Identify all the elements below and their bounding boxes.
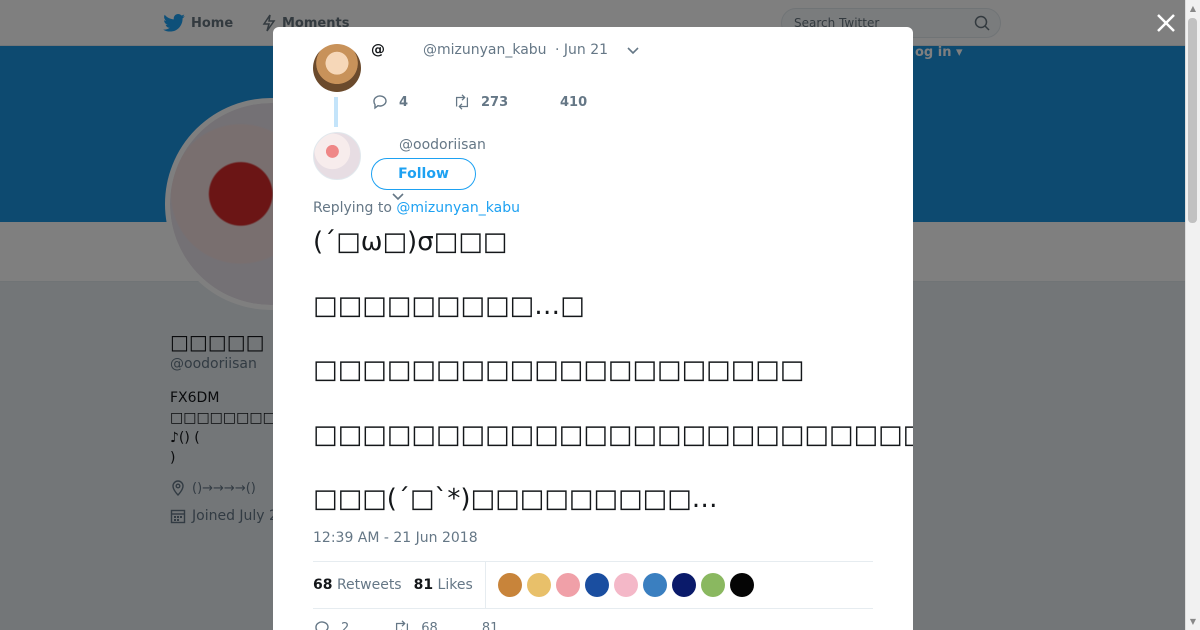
reply-button[interactable]: 2 bbox=[313, 619, 349, 630]
reply-button[interactable]: 4 bbox=[371, 93, 453, 111]
tweet-author-handle[interactable]: @oodoriisan bbox=[399, 137, 486, 153]
retweets-count: 68 bbox=[313, 577, 333, 593]
tweet-modal: @ @mizunyan_kabu · Jun 21 4 273 410 @ood… bbox=[273, 27, 913, 630]
liker-avatar[interactable] bbox=[613, 573, 638, 597]
thread-connector-line bbox=[334, 97, 338, 127]
retweet-count: 273 bbox=[481, 94, 509, 110]
scroll-up-arrow[interactable]: ▲ bbox=[1190, 4, 1196, 13]
reply-icon bbox=[315, 621, 329, 630]
reply-count: 2 bbox=[341, 620, 350, 630]
tweet-line: □□□□□□□□□□□□□□□□□□□□□□□□□💢 bbox=[313, 418, 913, 451]
like-button[interactable]: 410 bbox=[560, 95, 587, 110]
liker-avatar[interactable] bbox=[729, 573, 754, 597]
close-icon bbox=[1157, 14, 1175, 32]
tweet-author-avatar[interactable] bbox=[313, 132, 361, 180]
retweets-label: Retweets bbox=[336, 577, 402, 593]
retweet-icon bbox=[396, 620, 409, 630]
likes-label: Likes bbox=[437, 577, 473, 593]
context-tweet-name[interactable]: @ bbox=[371, 42, 385, 58]
tweet-line-text: □□□□□□□□□□□□□□□□□□□□□□□□□ bbox=[313, 420, 913, 450]
stats-divider bbox=[484, 562, 486, 608]
likes-stat[interactable]: 81 Likes bbox=[414, 577, 473, 593]
context-tweet-handle[interactable]: @mizunyan_kabu bbox=[423, 42, 547, 58]
liker-avatar[interactable] bbox=[642, 573, 667, 597]
tweet-line: □□□□□□□□□□□□□□□□□□□□ bbox=[313, 355, 805, 385]
replying-to-link[interactable]: @mizunyan_kabu bbox=[396, 200, 520, 216]
reply-count: 4 bbox=[399, 94, 409, 110]
context-tweet-date[interactable]: · Jun 21 bbox=[555, 42, 608, 58]
chevron-down-icon[interactable] bbox=[627, 44, 639, 58]
like-button[interactable]: 81 bbox=[482, 619, 499, 630]
follow-button[interactable]: Follow bbox=[371, 158, 476, 190]
like-count: 410 bbox=[560, 94, 588, 110]
tweet-text: (´□ω□)σ□□□ □□□□□□□□□…□ □□□□□□□□□□□□□□□□□… bbox=[313, 226, 913, 515]
tweet-stats: 68 Retweets 81 Likes bbox=[313, 561, 873, 609]
retweet-icon bbox=[455, 94, 469, 110]
page-scrollbar[interactable]: ▲ ▼ bbox=[1185, 0, 1200, 630]
reply-icon bbox=[373, 95, 387, 110]
liker-avatar[interactable] bbox=[555, 573, 580, 597]
liker-avatar[interactable] bbox=[526, 573, 551, 597]
replying-to: Replying to @mizunyan_kabu bbox=[313, 200, 520, 216]
like-count: 81 bbox=[481, 620, 499, 630]
tweet-line: □□□(´□`*)□□□□□□□□□… bbox=[313, 484, 718, 514]
replying-prefix: Replying to bbox=[313, 200, 397, 216]
close-modal-button[interactable] bbox=[1154, 12, 1178, 36]
context-tweet-avatar[interactable] bbox=[313, 44, 361, 92]
tweet-timestamp[interactable]: 12:39 AM - 21 Jun 2018 bbox=[313, 530, 478, 546]
tweet-line: □□□□□□□□□…□ bbox=[313, 291, 585, 321]
scroll-thumb[interactable] bbox=[1188, 18, 1197, 223]
liker-avatars bbox=[497, 573, 754, 597]
liker-avatar[interactable] bbox=[497, 573, 522, 597]
retweet-button[interactable]: 68 bbox=[393, 619, 438, 630]
likes-count: 81 bbox=[413, 577, 434, 593]
tweet-line: (´□ω□)σ□□□ bbox=[313, 227, 508, 257]
retweet-button[interactable]: 273 bbox=[453, 93, 560, 111]
context-tweet-actions: 4 273 410 bbox=[371, 93, 587, 111]
scroll-down-arrow[interactable]: ▼ bbox=[1190, 617, 1196, 626]
liker-avatar[interactable] bbox=[584, 573, 609, 597]
liker-avatar[interactable] bbox=[671, 573, 696, 597]
tweet-actions: 2 68 81 bbox=[313, 619, 498, 630]
retweets-stat[interactable]: 68 Retweets bbox=[313, 577, 402, 593]
retweet-count: 68 bbox=[421, 620, 438, 630]
liker-avatar[interactable] bbox=[700, 573, 725, 597]
